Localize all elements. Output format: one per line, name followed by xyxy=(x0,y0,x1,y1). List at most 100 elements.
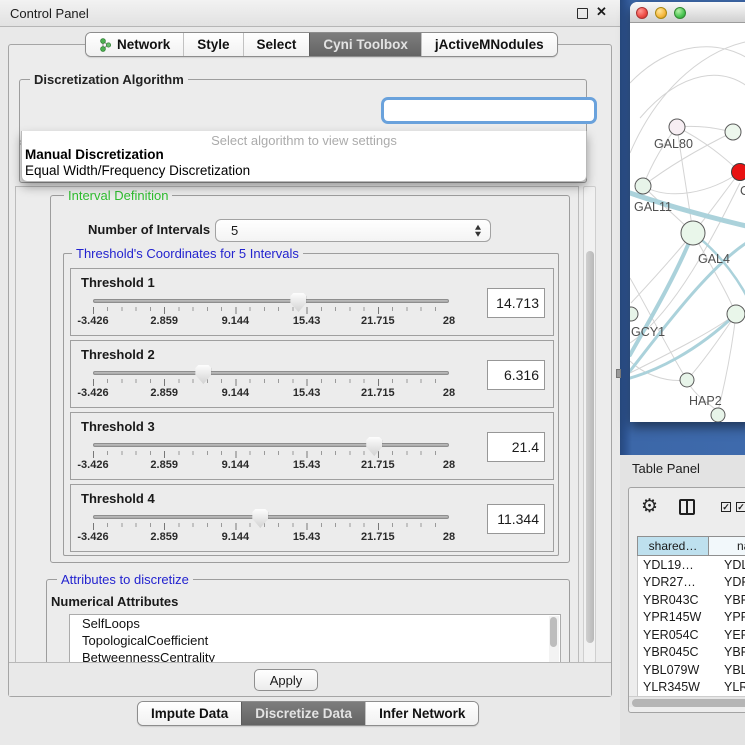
popup-item-equal-width[interactable]: Equal Width/Frequency Discretization xyxy=(25,163,250,178)
table-row[interactable]: YER054CYER0 xyxy=(638,626,745,644)
discretization-algorithm-label: Discretization Algorithm xyxy=(30,72,188,87)
threshold-3-slider[interactable]: -3.426 2.859 9.144 15.43 21.715 28 xyxy=(93,437,449,477)
attributes-group: Attributes to discretize Numerical Attri… xyxy=(46,579,570,663)
numerical-attributes-label: Numerical Attributes xyxy=(51,594,178,609)
list-scrollbar[interactable] xyxy=(549,616,559,663)
tab-impute-data[interactable]: Impute Data xyxy=(138,702,241,725)
minimize-traffic-light-icon[interactable] xyxy=(655,7,667,19)
node-gal11 xyxy=(635,178,651,194)
settings-scroll-area: Interval Definition Number of Intervals … xyxy=(15,186,579,663)
gear-icon[interactable]: ⚙ xyxy=(641,495,658,518)
list-item[interactable]: TopologicalCoefficient xyxy=(70,632,560,649)
threshold-1-value[interactable]: 14.713 xyxy=(487,288,545,318)
node-h xyxy=(727,305,745,323)
number-of-intervals-combobox[interactable]: 5 xyxy=(215,219,491,242)
node-label: GAL11 xyxy=(634,200,672,214)
network-view-background: GAL80 G C GAL11 GAL4 GCY1 H HAP2 xyxy=(620,0,745,455)
threshold-2-slider[interactable]: -3.426 2.859 9.144 15.43 21.715 28 xyxy=(93,365,449,405)
network-graph: GAL80 G C GAL11 GAL4 GCY1 H HAP2 xyxy=(630,23,745,422)
table-header: shared… na xyxy=(637,536,745,556)
node-gal80 xyxy=(669,119,685,135)
popup-hint: Select algorithm to view settings xyxy=(22,133,586,148)
table-row[interactable]: YLR345WYLR3 xyxy=(638,679,745,697)
table-row[interactable]: YBR045CYBR0 xyxy=(638,644,745,662)
thresholds-stack: Threshold 1 -3.426 2.859 9.144 15.43 xyxy=(70,268,554,552)
threshold-4-slider[interactable]: -3.426 2.859 9.144 15.43 21.715 28 xyxy=(93,509,449,549)
node-label: GAL4 xyxy=(698,252,730,266)
screen: { "control_panel": { "title": "Control P… xyxy=(0,0,745,745)
cyni-bottom-tabbar: Impute Data Discretize Data Infer Networ… xyxy=(137,701,479,726)
combo-stepper-icon xyxy=(475,224,481,237)
threshold-2-box: Threshold 2 -3.426 2.859 9.144 15.43 xyxy=(70,340,554,408)
tab-cyni-toolbox[interactable]: Cyni Toolbox xyxy=(309,33,421,56)
threshold-2-value[interactable]: 6.316 xyxy=(487,360,545,390)
tab-discretize-data[interactable]: Discretize Data xyxy=(241,702,365,725)
split-pane-handle[interactable] xyxy=(616,369,621,378)
number-of-intervals-value: 5 xyxy=(231,223,238,238)
interval-definition-label: Interval Definition xyxy=(64,188,172,203)
zoom-traffic-light-icon[interactable] xyxy=(674,7,686,19)
threshold-1-slider[interactable]: -3.426 2.859 9.144 15.43 21.715 28 xyxy=(93,293,449,333)
apply-button[interactable]: Apply xyxy=(254,669,318,691)
numerical-attributes-list[interactable]: SelfLoops TopologicalCoefficient Between… xyxy=(69,614,561,663)
table-row[interactable]: YDL19…YDL1 xyxy=(638,556,745,574)
cyni-toolbox-panel: Discretization Algorithm Table Data galF… xyxy=(8,44,612,697)
threshold-4-box: Threshold 4 -3.426 2.859 9.144 15.43 xyxy=(70,484,554,552)
table-panel-title: Table Panel xyxy=(632,461,700,476)
close-icon[interactable]: ✕ xyxy=(596,4,607,20)
list-item[interactable]: SelfLoops xyxy=(70,615,560,632)
control-panel-tabbar: Network Style Select Cyni Toolbox jActiv… xyxy=(85,32,558,57)
threshold-1-box: Threshold 1 -3.426 2.859 9.144 15.43 xyxy=(70,268,554,336)
network-canvas[interactable]: GAL80 G C GAL11 GAL4 GCY1 H HAP2 xyxy=(630,23,745,422)
table-panel-toolbar: ⚙ ✓ ✓ xyxy=(629,488,745,528)
table-rows: YDL19…YDL1 YDR27…YDR2 YBR043CYBR0 YPR145… xyxy=(637,556,745,703)
node-label: HAP2 xyxy=(689,394,722,408)
threshold-3-value[interactable]: 21.4 xyxy=(487,432,545,462)
popup-item-manual-discretization[interactable]: Manual Discretization xyxy=(25,147,164,162)
table-horizontal-scrollbar[interactable] xyxy=(629,696,745,707)
control-panel-title: Control Panel xyxy=(10,6,89,21)
tab-jactivemnodules[interactable]: jActiveMNodules xyxy=(421,33,557,56)
threshold-4-value[interactable]: 11.344 xyxy=(487,504,545,534)
tab-infer-network[interactable]: Infer Network xyxy=(365,702,478,725)
table-row[interactable]: YBR043CYBR0 xyxy=(638,591,745,609)
node-red xyxy=(732,164,745,181)
algorithm-dropdown-popup: Select algorithm to view settings Manual… xyxy=(21,131,587,182)
node-gal4 xyxy=(681,221,705,245)
table-row[interactable]: YDR27…YDR2 xyxy=(638,574,745,592)
float-window-icon[interactable] xyxy=(577,8,588,19)
apply-strip: Apply xyxy=(9,662,611,696)
settings-vertical-scrollbar[interactable] xyxy=(583,186,596,663)
close-traffic-light-icon[interactable] xyxy=(636,7,648,19)
network-window-titlebar xyxy=(630,2,745,23)
table-row[interactable]: YBL079WYBL0 xyxy=(638,661,745,679)
control-panel-window: Control Panel ✕ Network Style Select Cyn… xyxy=(0,0,620,745)
tab-network[interactable]: Network xyxy=(86,33,183,56)
network-icon xyxy=(99,38,112,52)
checkbox-icon[interactable]: ✓ xyxy=(721,502,731,512)
column-header-name[interactable]: na xyxy=(709,536,745,556)
tab-network-label: Network xyxy=(117,37,170,52)
network-view-window: GAL80 G C GAL11 GAL4 GCY1 H HAP2 xyxy=(630,2,745,422)
checkbox-icon[interactable]: ✓ xyxy=(736,502,745,512)
tab-style[interactable]: Style xyxy=(183,33,242,56)
node-table: shared… na YDL19…YDL1 YDR27…YDR2 YBR043C… xyxy=(637,536,745,703)
node-hap2 xyxy=(680,373,694,387)
thresholds-group: Threshold's Coordinates for 5 Intervals … xyxy=(63,253,559,556)
list-item[interactable]: BetweennessCentrality xyxy=(70,649,560,663)
node-bottom xyxy=(711,408,725,422)
attributes-group-label: Attributes to discretize xyxy=(57,572,193,587)
algorithm-combobox[interactable] xyxy=(381,97,597,124)
control-panel-titlebar: Control Panel ✕ xyxy=(0,0,620,27)
column-header-shared[interactable]: shared… xyxy=(637,536,709,556)
node-g xyxy=(725,124,741,140)
node-label: GCY1 xyxy=(631,325,665,339)
right-region: GAL80 G C GAL11 GAL4 GCY1 H HAP2 Table P… xyxy=(620,0,745,745)
interval-definition-group: Interval Definition Number of Intervals … xyxy=(50,195,570,563)
node-label: GAL80 xyxy=(654,137,693,151)
number-of-intervals-label: Number of Intervals xyxy=(88,222,210,237)
column-layout-icon[interactable] xyxy=(679,499,695,515)
tab-select[interactable]: Select xyxy=(243,33,310,56)
threshold-3-box: Threshold 3 -3.426 2.859 9.144 15.43 xyxy=(70,412,554,480)
table-row[interactable]: YPR145WYPR1 xyxy=(638,609,745,627)
